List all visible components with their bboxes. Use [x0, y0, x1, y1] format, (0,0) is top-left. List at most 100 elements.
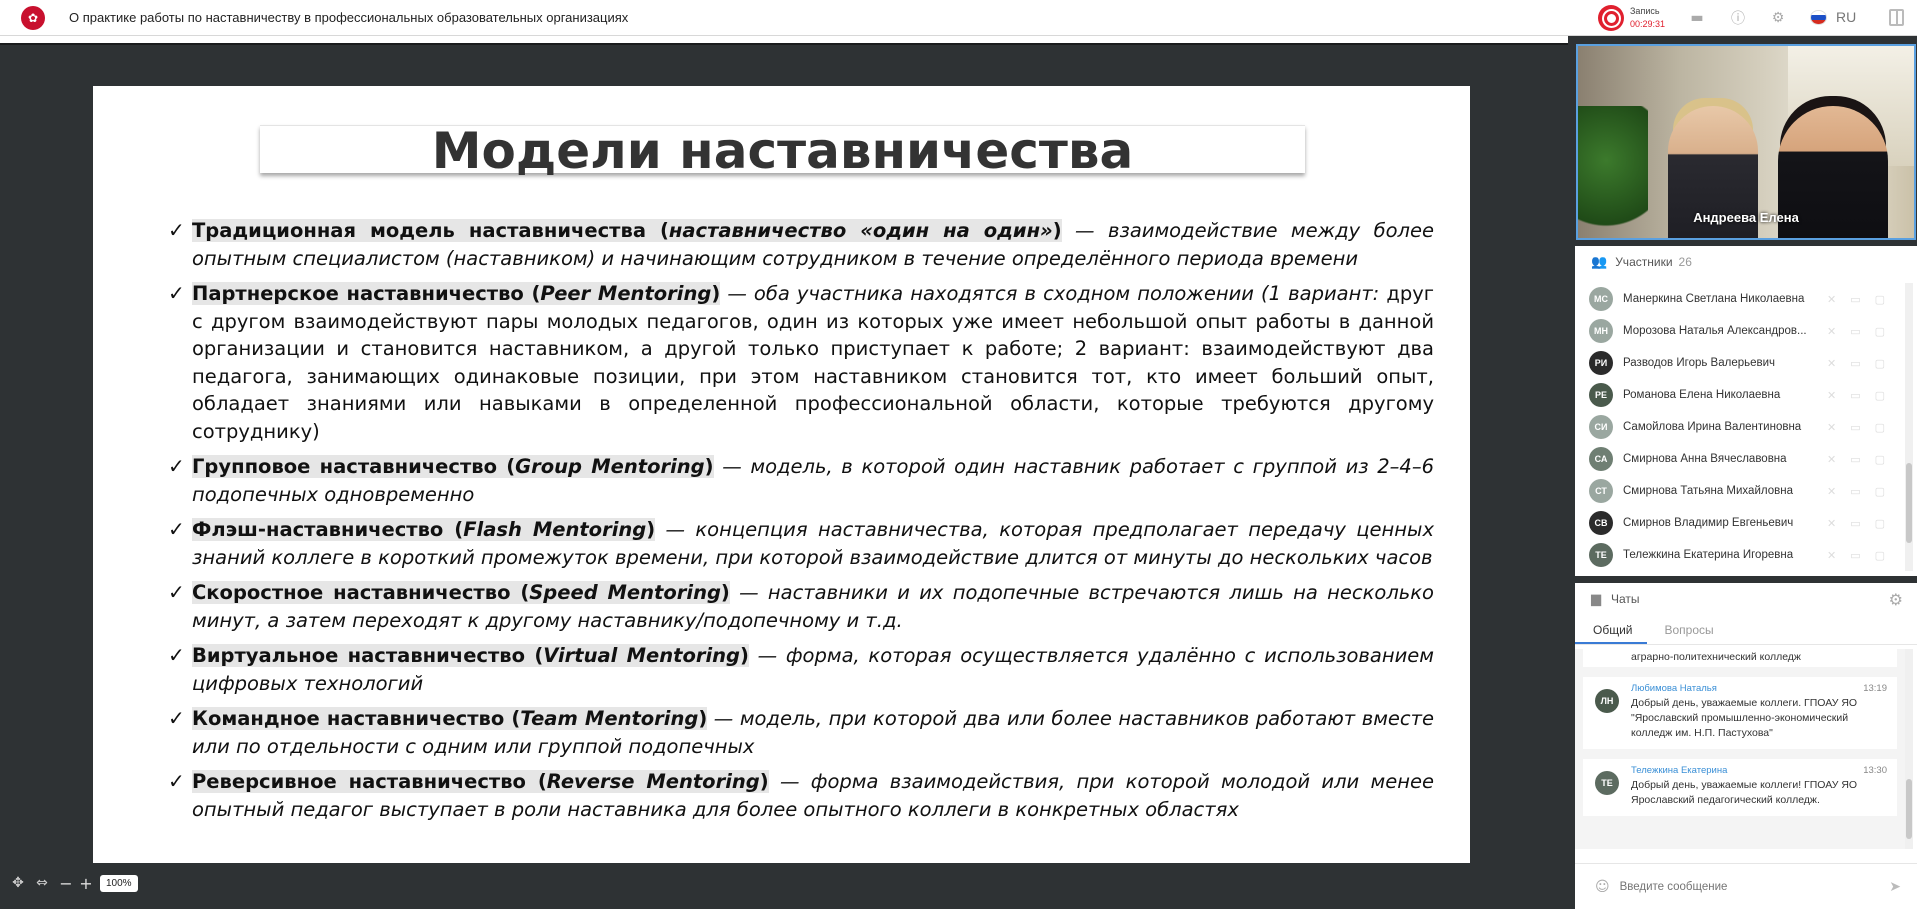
zoom-in-button[interactable]: + [76, 874, 96, 893]
participant-row[interactable]: СТ Смирнова Татьяна Михайловна ✕ ▭ ▢ [1575, 475, 1905, 507]
fit-width-icon[interactable]: ⇔ [32, 873, 52, 893]
participants-scrollbar[interactable] [1905, 283, 1913, 571]
checkmark-icon: ✓ [168, 517, 185, 541]
camera-off-icon[interactable]: ▭ [1850, 421, 1860, 434]
screen-icon[interactable]: ▢ [1875, 485, 1885, 498]
chat-messages: аграрно-политехнический колледж ЛН Любимо… [1575, 649, 1905, 849]
mic-off-icon[interactable]: ✕ [1827, 357, 1836, 370]
chats-header: ▆ Чаты [1575, 583, 1917, 615]
message-author[interactable]: Любимова Наталья [1631, 683, 1887, 694]
mic-off-icon[interactable]: ✕ [1827, 517, 1836, 530]
video-tile[interactable]: Андреева Елена [1576, 44, 1916, 240]
participants-panel: 👥 Участники 26 МС Манеркина Светлана Нико… [1575, 246, 1917, 576]
model-name: Виртуальное наставничество (Virtual Ment… [192, 644, 749, 667]
message-author[interactable]: Тележкина Екатерина [1631, 765, 1887, 776]
presentation-slide: Модели наставничества ✓ Традиционная моде… [93, 86, 1470, 863]
camera-off-icon[interactable]: ▭ [1850, 325, 1860, 338]
checkmark-icon: ✓ [168, 580, 185, 604]
slide-title-box: Модели наставничества [260, 122, 1305, 180]
slide-item: ✓ Групповое наставничество (Group Mentori… [168, 453, 1434, 508]
avatar: СА [1589, 447, 1613, 471]
participant-name: Смирнова Анна Вячеславовна [1623, 453, 1787, 465]
avatar: МН [1589, 319, 1613, 343]
avatar: ТЕ [1589, 543, 1613, 567]
camera-off-icon[interactable]: ▭ [1850, 485, 1860, 498]
camera-off-icon[interactable]: ▭ [1850, 389, 1860, 402]
video-participant-name: Андреева Елена [1693, 210, 1799, 225]
screen-icon[interactable]: ▢ [1875, 293, 1885, 306]
participant-controls: ✕ ▭ ▢ [1827, 389, 1885, 402]
participant-row[interactable]: МН Морозова Наталья Александров... ✕ ▭ ▢ [1575, 315, 1905, 347]
screen-icon[interactable]: ▢ [1875, 549, 1885, 562]
mic-off-icon[interactable]: ✕ [1827, 453, 1836, 466]
participant-row[interactable]: СА Смирнова Анна Вячеславовна ✕ ▭ ▢ [1575, 443, 1905, 475]
mic-off-icon[interactable]: ✕ [1827, 549, 1836, 562]
zoom-value[interactable]: 100% [100, 874, 138, 892]
mic-off-icon[interactable]: ✕ [1827, 421, 1836, 434]
avatar: СВ [1589, 511, 1613, 535]
participant-row[interactable]: СИ Самойлова Ирина Валентиновна ✕ ▭ ▢ [1575, 411, 1905, 443]
tab-questions[interactable]: Вопросы [1647, 617, 1728, 644]
record-label: Запись [1630, 6, 1660, 16]
participant-controls: ✕ ▭ ▢ [1827, 421, 1885, 434]
participants-list: МС Манеркина Светлана Николаевна ✕ ▭ ▢ МН Моро… [1575, 283, 1905, 571]
avatar: ТЕ [1595, 771, 1619, 795]
screen-icon[interactable]: ▢ [1875, 517, 1885, 530]
zoom-toolbar: ✥ ⇔ − + 100% [8, 872, 138, 894]
avatar: РЕ [1589, 383, 1613, 407]
russia-flag-icon[interactable] [1810, 10, 1827, 25]
folder-icon[interactable]: ▬ [1687, 8, 1707, 28]
screen-icon[interactable]: ▢ [1875, 421, 1885, 434]
avatar: МС [1589, 287, 1613, 311]
move-icon[interactable]: ✥ [8, 873, 28, 893]
camera-off-icon[interactable]: ▭ [1850, 453, 1860, 466]
mic-off-icon[interactable]: ✕ [1827, 389, 1836, 402]
participants-header[interactable]: 👥 Участники 26 [1575, 246, 1917, 278]
screen-icon[interactable]: ▢ [1875, 357, 1885, 370]
screen-icon[interactable]: ▢ [1875, 453, 1885, 466]
camera-off-icon[interactable]: ▭ [1850, 549, 1860, 562]
chat-settings-icon[interactable]: ⚙ [1889, 590, 1903, 609]
panel-toggle-icon[interactable] [1889, 9, 1904, 26]
checkmark-icon: ✓ [168, 769, 185, 793]
message-time: 13:19 [1863, 683, 1887, 694]
participant-name: Морозова Наталья Александров... [1623, 325, 1807, 337]
chat-message: ЛН Любимова Наталья 13:19 Добрый день, уваж… [1583, 677, 1897, 749]
participants-count: 26 [1678, 255, 1692, 269]
gear-icon[interactable]: ⚙ [1768, 8, 1788, 28]
info-icon[interactable]: ⓘ [1728, 8, 1748, 28]
checkmark-icon: ✓ [168, 218, 185, 242]
chat-scrollbar[interactable] [1905, 649, 1913, 849]
slide-item: ✓ Реверсивное наставничество (Reverse Men… [168, 768, 1434, 823]
message-text-tail: аграрно-политехнический колледж [1583, 649, 1897, 667]
participant-row[interactable]: СВ Смирнов Владимир Евгеньевич ✕ ▭ ▢ [1575, 507, 1905, 539]
participant-name: Тележкина Екатерина Игоревна [1623, 549, 1794, 561]
camera-off-icon[interactable]: ▭ [1850, 293, 1860, 306]
camera-off-icon[interactable]: ▭ [1850, 357, 1860, 370]
send-icon[interactable]: ➤ [1889, 879, 1901, 895]
people-icon: 👥 [1591, 254, 1608, 270]
participant-row[interactable]: РИ Разводов Игорь Валерьевич ✕ ▭ ▢ [1575, 347, 1905, 379]
model-name: Традиционная модель наставничества (наст… [192, 219, 1062, 242]
top-bar: ✿ О практике работы по наставничеству в … [0, 0, 1917, 36]
model-name: Скоростное наставничество (Speed Mentori… [192, 581, 730, 604]
screen-icon[interactable]: ▢ [1875, 389, 1885, 402]
mic-off-icon[interactable]: ✕ [1827, 325, 1836, 338]
participant-row[interactable]: ТЕ Тележкина Екатерина Игоревна ✕ ▭ ▢ [1575, 539, 1905, 571]
chat-icon: ▆ [1591, 591, 1601, 607]
record-button[interactable] [1598, 5, 1624, 31]
stage-divider [0, 43, 1568, 45]
mic-off-icon[interactable]: ✕ [1827, 293, 1836, 306]
participant-row[interactable]: РЕ Романова Елена Николаевна ✕ ▭ ▢ [1575, 379, 1905, 411]
participants-label: Участники [1615, 255, 1673, 269]
camera-off-icon[interactable]: ▭ [1850, 517, 1860, 530]
checkmark-icon: ✓ [168, 706, 185, 730]
chat-message-input[interactable] [1619, 880, 1870, 893]
participant-row[interactable]: МС Манеркина Светлана Николаевна ✕ ▭ ▢ [1575, 283, 1905, 315]
screen-icon[interactable]: ▢ [1875, 325, 1885, 338]
language-selector[interactable]: RU [1836, 9, 1856, 25]
emoji-icon[interactable]: ☺ [1595, 879, 1610, 895]
zoom-out-button[interactable]: − [56, 874, 76, 893]
tab-general[interactable]: Общий [1575, 617, 1647, 644]
mic-off-icon[interactable]: ✕ [1827, 485, 1836, 498]
